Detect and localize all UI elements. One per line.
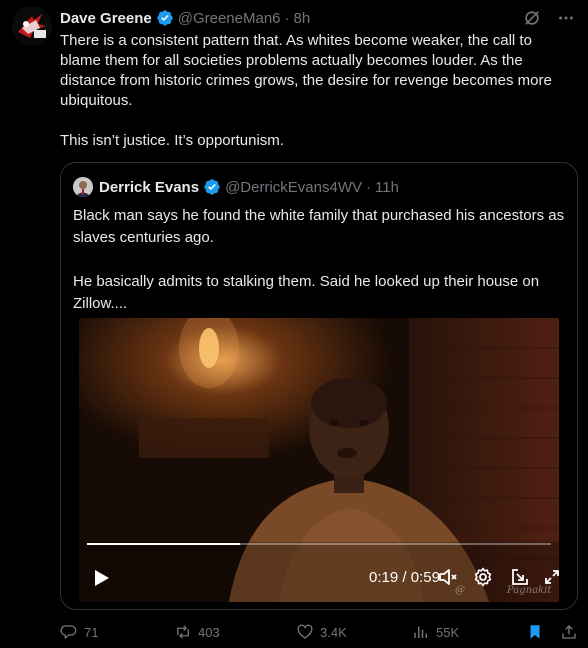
video-timecode: 0:19 / 0:59 — [369, 569, 440, 586]
like-icon — [297, 624, 313, 639]
views-button[interactable]: 55K — [412, 622, 459, 642]
author-handle[interactable]: @GreeneMan6 — [178, 10, 281, 27]
tweet[interactable]: Dave Greene @GreeneMan6 · 8h There is a … — [0, 0, 588, 648]
quoted-author-handle[interactable]: @DerrickEvans4WV — [225, 179, 362, 196]
views-icon — [414, 626, 427, 638]
reply-icon — [60, 625, 77, 639]
verified-badge-icon — [203, 178, 221, 196]
quoted-author-name[interactable]: Derrick Evans — [99, 179, 199, 196]
video-controls: 0:19 / 0:59 @ Pagnakit — [79, 542, 559, 602]
like-count: 3.4K — [320, 624, 347, 640]
quoted-post-time[interactable]: 11h — [375, 179, 399, 196]
settings-icon[interactable] — [472, 566, 494, 588]
video-player[interactable]: 0:19 / 0:59 @ Pagnakit — [79, 318, 559, 602]
author-name[interactable]: Dave Greene — [60, 10, 152, 27]
bookmark-button[interactable] — [526, 622, 544, 642]
separator-dot: · — [284, 9, 290, 27]
duration: 0:59 — [410, 569, 440, 586]
tweet-text: There is a consistent pattern that. As w… — [60, 31, 570, 151]
quoted-paragraph: He basically admits to stalking them. Sa… — [73, 273, 540, 312]
tweet-paragraph: This isn’t justice. It’s opportunism. — [60, 132, 284, 149]
verified-badge-icon — [156, 9, 174, 27]
share-button[interactable] — [560, 622, 578, 642]
quoted-tweet-text: Black man says he found the white family… — [73, 205, 569, 315]
quoted-author-avatar[interactable] — [73, 177, 93, 197]
tweet-header: Dave Greene @GreeneMan6 · 8h — [60, 8, 576, 28]
grok-icon[interactable] — [522, 8, 542, 28]
repost-count: 403 — [198, 624, 220, 640]
tweet-paragraph: There is a consistent pattern that. As w… — [60, 32, 552, 109]
author-avatar[interactable] — [12, 6, 52, 46]
quoted-paragraph: Black man says he found the white family… — [73, 207, 565, 246]
post-time[interactable]: 8h — [294, 10, 311, 27]
watermark-text: Pagnakit — [507, 585, 552, 596]
like-button[interactable]: 3.4K — [296, 622, 347, 642]
share-icon — [562, 625, 576, 639]
play-icon[interactable] — [89, 566, 113, 590]
more-icon[interactable] — [556, 8, 576, 28]
view-count: 55K — [436, 624, 460, 640]
quoted-tweet-header: Derrick Evans @DerrickEvans4WV · 11h — [73, 177, 565, 197]
current-time: 0:19 — [369, 569, 399, 586]
bookmark-icon — [530, 625, 540, 639]
tweet-actions: 71 403 3.4K 55K — [60, 622, 576, 642]
repost-button[interactable]: 403 — [174, 622, 220, 642]
separator-dot: · — [366, 178, 371, 196]
time-separator: / — [398, 569, 411, 586]
quoted-tweet[interactable]: Derrick Evans @DerrickEvans4WV · 11h Bla… — [60, 162, 578, 610]
reply-button[interactable]: 71 — [60, 622, 98, 642]
repost-icon — [177, 625, 189, 639]
watermark-logo: @ — [455, 585, 465, 596]
reply-count: 71 — [84, 624, 99, 640]
